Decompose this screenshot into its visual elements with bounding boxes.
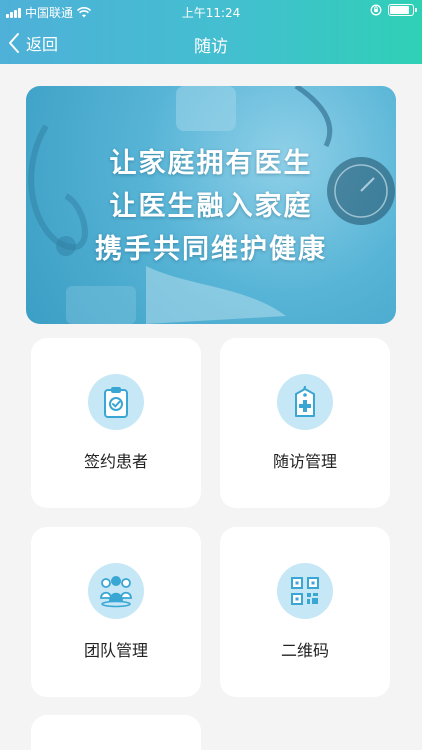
nav-bar: 返回 随访 bbox=[0, 22, 422, 64]
menu-label: 签约患者 bbox=[83, 452, 148, 471]
banner-line-1: 让家庭拥有医生 bbox=[109, 148, 313, 179]
banner: 让家庭拥有医生 让医生融入家庭 携手共同维护健康 bbox=[26, 86, 396, 324]
status-bar: 中国联通 上午11:24 bbox=[0, 0, 422, 22]
qr-code-icon bbox=[277, 563, 333, 619]
menu-label: 二维码 bbox=[280, 641, 329, 660]
orientation-lock-icon bbox=[370, 4, 382, 16]
header: 中国联通 上午11:24 返回 随访 bbox=[0, 0, 422, 64]
clipboard-check-icon bbox=[88, 374, 144, 430]
menu-card-partial[interactable] bbox=[31, 715, 201, 750]
banner-line-3: 携手共同维护健康 bbox=[95, 234, 327, 265]
menu-card-qr-code[interactable]: 二维码 bbox=[220, 527, 390, 697]
status-time: 上午11:24 bbox=[181, 6, 241, 20]
menu-label: 团队管理 bbox=[83, 641, 148, 660]
menu-card-signed-patients[interactable]: 签约患者 bbox=[31, 338, 201, 508]
status-right bbox=[370, 4, 417, 16]
menu-label: 随访管理 bbox=[272, 452, 337, 471]
page-title: 随访 bbox=[194, 37, 228, 57]
menu-card-follow-up[interactable]: 随访管理 bbox=[220, 338, 390, 508]
tag-medical-icon bbox=[277, 374, 333, 430]
banner-line-2: 让医生融入家庭 bbox=[109, 191, 313, 222]
battery-icon bbox=[388, 4, 417, 16]
banner-slogan: 让家庭拥有医生 让医生融入家庭 携手共同维护健康 bbox=[26, 142, 396, 271]
battery-fill bbox=[390, 6, 409, 14]
team-icon bbox=[88, 563, 144, 619]
menu-card-team[interactable]: 团队管理 bbox=[31, 527, 201, 697]
